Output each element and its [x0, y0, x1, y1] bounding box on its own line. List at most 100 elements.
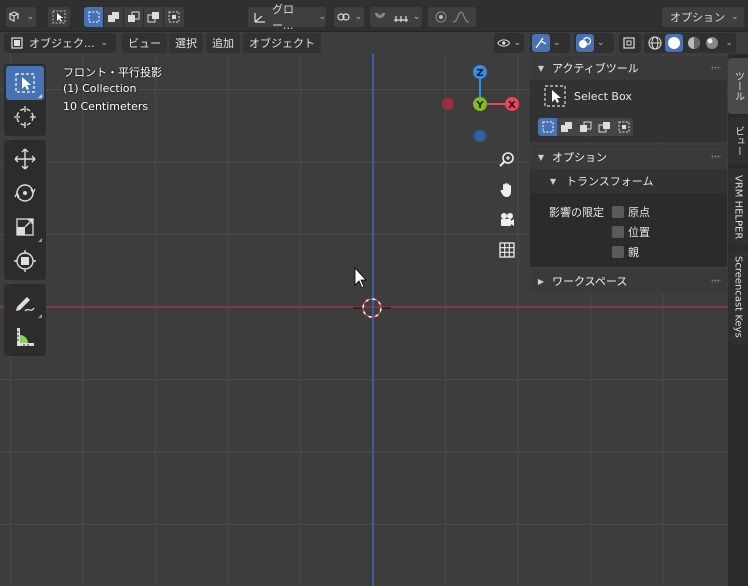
- drag-grip-icon[interactable]: [711, 155, 721, 159]
- snap-increment-icon: [393, 16, 408, 22]
- snapping-group[interactable]: ⌄: [370, 7, 422, 27]
- select-subtract-mode[interactable]: [124, 7, 144, 27]
- select-new-mode[interactable]: [84, 7, 104, 27]
- tool-transform[interactable]: [6, 244, 44, 278]
- menu-view[interactable]: ビュー: [122, 33, 167, 53]
- checkbox-parents[interactable]: 親: [612, 244, 639, 260]
- select-subtract-mode[interactable]: [576, 118, 595, 136]
- gizmo-neg-x[interactable]: [442, 98, 454, 110]
- drag-grip-icon[interactable]: [711, 66, 721, 70]
- checkbox-locations[interactable]: 位置: [612, 224, 650, 240]
- xray-toggle[interactable]: [619, 33, 641, 53]
- tool-move[interactable]: [6, 142, 44, 176]
- gizmo-toggle-group[interactable]: ⌄: [530, 33, 570, 53]
- tab-screencast-keys[interactable]: Screencast Keys: [728, 250, 748, 344]
- orientation-axes-icon: [254, 13, 265, 23]
- falloff-curve-icon: [452, 11, 470, 23]
- solid-shading-icon[interactable]: [665, 34, 684, 52]
- tab-tool-label: ツール: [732, 71, 744, 101]
- select-invert-mode[interactable]: [595, 118, 614, 136]
- grid-icon: [499, 242, 515, 258]
- panel-active-tool-header[interactable]: ▼ アクティブツール: [530, 56, 727, 80]
- tab-view[interactable]: ビュー: [728, 118, 748, 164]
- subpanel-transform-title: トランスフォーム: [566, 175, 654, 188]
- checkbox-box[interactable]: [612, 246, 624, 258]
- tab-vrm-helper[interactable]: VRM HELPER: [728, 168, 748, 246]
- active-tool-row: Select Box: [544, 85, 632, 107]
- collapse-triangle-icon: ▼: [537, 152, 545, 162]
- gizmo-neg-z[interactable]: [474, 130, 486, 142]
- collection-label: (1) Collection: [63, 82, 137, 95]
- select-intersect-mode[interactable]: [614, 118, 633, 136]
- select-subtract-icon: [579, 121, 591, 132]
- tool-annotate[interactable]: [6, 286, 44, 320]
- checkbox-box[interactable]: [612, 206, 624, 218]
- select-new-icon: [542, 121, 553, 133]
- menu-object[interactable]: オブジェクト: [243, 33, 321, 53]
- pivot-icon: [337, 13, 350, 21]
- interaction-mode-dropdown[interactable]: オブジェク... ⌄: [4, 33, 116, 53]
- collapse-triangle-icon: ▼: [537, 63, 545, 73]
- panel-options-header[interactable]: ▼ オプション: [530, 145, 727, 169]
- checkbox-box[interactable]: [612, 226, 624, 238]
- select-new-icon: [88, 11, 99, 23]
- select-extend-mode[interactable]: [557, 118, 576, 136]
- select-extend-icon: [107, 12, 119, 22]
- select-invert-mode[interactable]: [144, 7, 164, 27]
- chevron-down-icon: ⌄: [597, 38, 605, 48]
- gizmo-y-label: Y: [475, 100, 484, 111]
- tool-select-box[interactable]: [6, 66, 44, 100]
- select-invert-icon: [147, 12, 159, 23]
- tool-variants-indicator: [38, 238, 42, 242]
- overlay-icon[interactable]: [576, 34, 594, 52]
- active-tool-name: Select Box: [574, 89, 632, 103]
- editor-type-button[interactable]: ⌄: [6, 7, 36, 27]
- drag-grip-icon[interactable]: [711, 279, 721, 283]
- navigation-gizmo[interactable]: Z X Y: [436, 60, 528, 150]
- shading-mode-group[interactable]: ⌄: [644, 33, 736, 53]
- tool-measure[interactable]: [6, 320, 44, 354]
- visibility-dropdown[interactable]: ⌄: [494, 33, 524, 53]
- 3d-cursor-icon: [14, 106, 36, 128]
- select-extend-mode[interactable]: [104, 7, 124, 27]
- tool-scale[interactable]: [6, 210, 44, 244]
- affect-only-label: 影響の限定: [549, 206, 604, 219]
- menu-add[interactable]: 追加: [206, 33, 240, 53]
- subpanel-transform-header[interactable]: ▼ トランスフォーム: [530, 169, 727, 193]
- select-new-mode[interactable]: [538, 118, 557, 136]
- tool-rotate[interactable]: [6, 176, 44, 210]
- selection-mode-group: [84, 7, 184, 27]
- checkbox-origins[interactable]: 原点: [612, 204, 650, 220]
- overlay-toggle-group[interactable]: ⌄: [574, 33, 614, 53]
- menu-select[interactable]: 選択: [169, 33, 203, 53]
- panel-active-tool-title: アクティブツール: [552, 62, 639, 75]
- tool-shelf: [4, 64, 46, 360]
- select-intersect-mode[interactable]: [164, 7, 184, 27]
- camera-view-button[interactable]: [494, 207, 520, 233]
- rendered-shading-icon[interactable]: [704, 35, 720, 51]
- orientation-label: グロー...: [271, 3, 294, 32]
- tab-tool[interactable]: ツール: [728, 58, 748, 114]
- options-dropdown[interactable]: オプション ⌄: [662, 7, 744, 27]
- material-shading-icon[interactable]: [686, 35, 702, 51]
- wireframe-shading-icon[interactable]: [647, 35, 663, 51]
- 3d-cursor[interactable]: [353, 298, 391, 318]
- pan-button[interactable]: [494, 177, 520, 203]
- zoom-button[interactable]: [494, 147, 520, 173]
- checkbox-locations-label: 位置: [628, 226, 650, 239]
- select-invert-icon: [598, 122, 610, 133]
- checkbox-origins-label: 原点: [628, 206, 650, 219]
- select-tool-button[interactable]: [48, 7, 70, 27]
- transform-orientation-dropdown[interactable]: グロー... ⌄: [248, 3, 326, 32]
- zoom-magnifier-icon: [499, 152, 514, 167]
- sidebar-tabs: ツール ビュー VRM HELPER Screencast Keys: [728, 54, 748, 586]
- panel-workspace-header[interactable]: ▶ ワークスペース: [530, 269, 727, 293]
- tool-cursor[interactable]: [6, 100, 44, 134]
- pivot-point-dropdown[interactable]: ⌄: [334, 7, 364, 27]
- chevron-down-icon: ⌄: [553, 38, 561, 48]
- select-intersect-icon: [168, 11, 180, 23]
- proportional-editing-group[interactable]: [428, 7, 476, 27]
- gizmo-icon[interactable]: [532, 34, 550, 52]
- ruler-icon: [17, 328, 34, 346]
- perspective-toggle-button[interactable]: [494, 237, 520, 263]
